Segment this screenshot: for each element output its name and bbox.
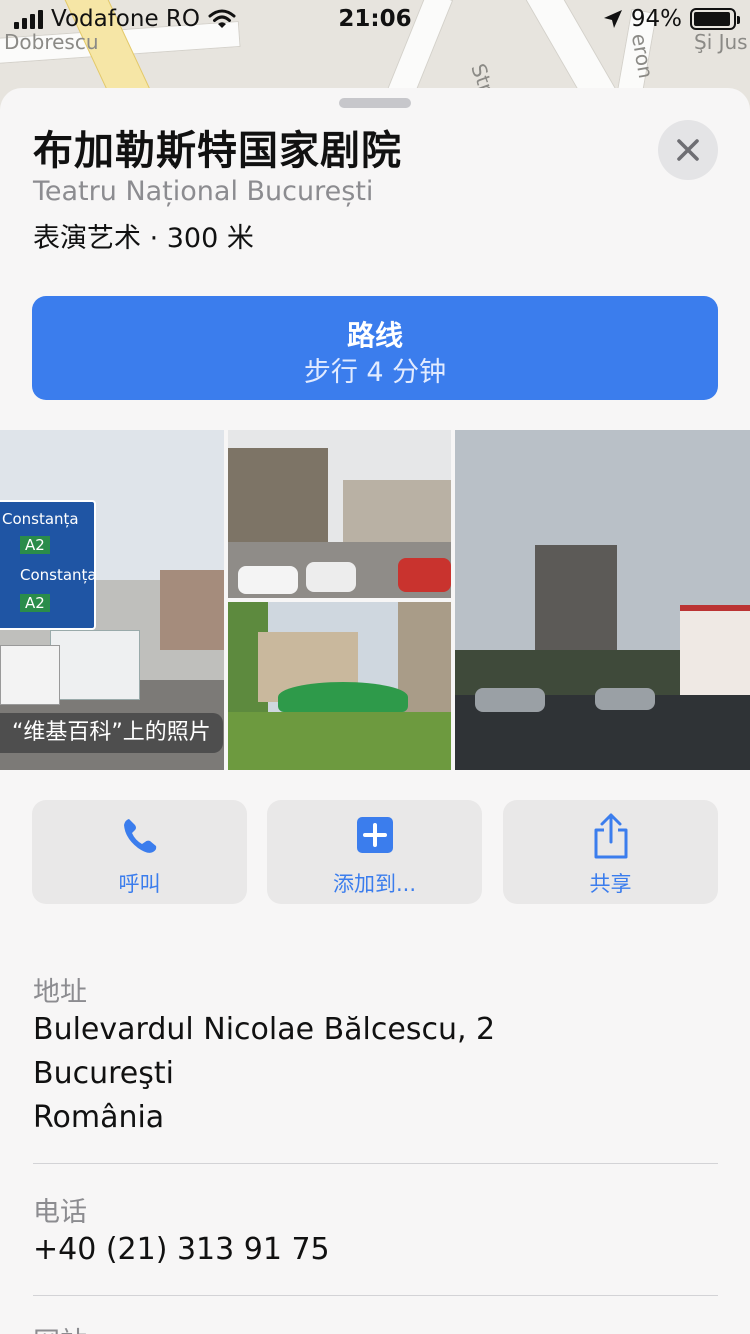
close-icon (677, 139, 699, 161)
divider (33, 1295, 718, 1296)
place-title: 布加勒斯特国家剧院 (33, 128, 402, 174)
location-arrow-icon (603, 10, 622, 28)
divider (33, 1163, 718, 1164)
battery-icon (690, 8, 740, 30)
sheet-grabber[interactable] (339, 98, 411, 108)
share-icon (594, 813, 627, 859)
add-to-button[interactable]: 添加到... (267, 800, 482, 904)
place-category-distance: 表演艺术 · 300 米 (33, 223, 254, 254)
photo-theatre-building[interactable] (228, 430, 451, 598)
directions-walk-time: 步行 4 分钟 (303, 357, 447, 388)
address-line2[interactable]: Bucureşti (33, 1052, 174, 1096)
phone-label: 电话 (33, 1197, 87, 1228)
call-label: 呼叫 (118, 872, 161, 896)
close-button[interactable] (658, 120, 718, 180)
call-button[interactable]: 呼叫 (32, 800, 247, 904)
road-sign: Constanța A2 Constanța A2 (0, 500, 97, 630)
status-bar: Vodafone RO 21:06 94% (0, 0, 750, 40)
place-subtitle: Teatru Național București (33, 176, 374, 207)
photo-credit-label: “维基百科”上的照片 (0, 713, 223, 753)
website-label: 网站 (33, 1320, 87, 1334)
photo-road-sign[interactable]: Constanța A2 Constanța A2 “维基百科”上的照片 (0, 430, 224, 770)
directions-label: 路线 (346, 319, 403, 352)
address-line1[interactable]: Bulevardul Nicolae Bălcescu, 2 (33, 1008, 495, 1052)
share-label: 共享 (589, 872, 632, 896)
photo-terrace[interactable] (228, 602, 451, 770)
place-card-sheet: 布加勒斯特国家剧院 Teatru Național București 表演艺术… (0, 88, 750, 1334)
directions-button[interactable]: 路线 步行 4 分钟 (32, 296, 718, 400)
battery-percent: 94% (630, 6, 682, 32)
address-label: 地址 (33, 977, 87, 1008)
share-button[interactable]: 共享 (503, 800, 718, 904)
maps-place-screen: Dobrescu Str eron Şi Jus Vodafone RO 21:… (0, 0, 750, 1334)
phone-number-link[interactable]: +40 (21) 313 91 75 (33, 1228, 330, 1272)
phone-icon (123, 819, 156, 853)
photo-gallery[interactable]: Constanța A2 Constanța A2 “维基百科”上的照片 (0, 430, 750, 770)
plus-square-icon (356, 817, 393, 853)
address-line3[interactable]: România (33, 1096, 164, 1140)
battery-level (694, 12, 730, 26)
add-to-label: 添加到... (332, 872, 417, 896)
quick-actions: 呼叫 添加到... 共享 (32, 800, 718, 904)
photo-hotel-tower[interactable] (455, 430, 750, 770)
